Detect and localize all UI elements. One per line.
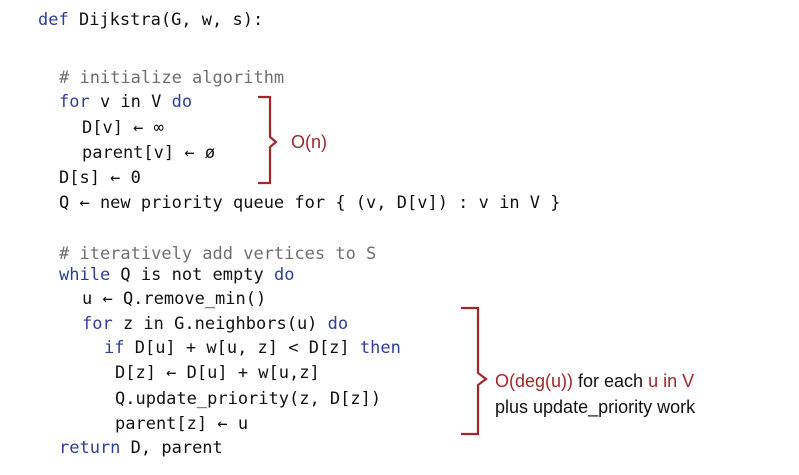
loop-cost-line2: plus update_priority work	[495, 397, 696, 417]
loop-cost-line1: O(deg(u)) for each u in V	[495, 370, 694, 392]
loop-brace	[461, 306, 488, 436]
loop-cost-big-o: O(deg(u))	[495, 371, 574, 391]
init-cost-label: O(n)	[291, 132, 327, 152]
loop-cost-u-in-v: u in V	[648, 371, 695, 391]
init-brace	[258, 95, 278, 185]
loop-cost-for-each: for each	[573, 371, 649, 391]
